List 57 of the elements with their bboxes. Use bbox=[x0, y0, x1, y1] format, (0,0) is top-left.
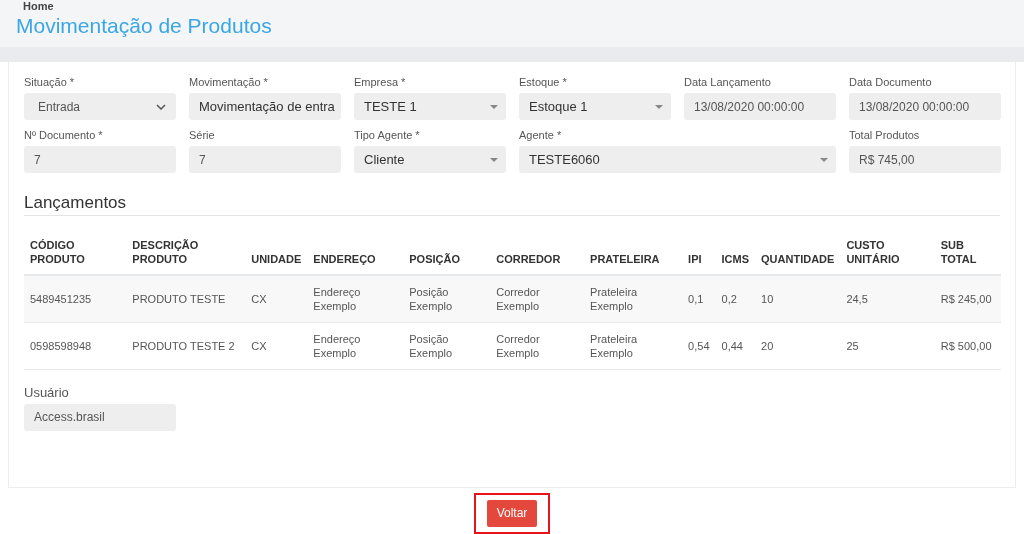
caret-down-icon bbox=[655, 104, 663, 109]
table-cell: R$ 245,00 bbox=[934, 275, 1001, 322]
table-cell: Corredor Exemplo bbox=[490, 275, 585, 322]
field-label: Situação * bbox=[24, 76, 76, 89]
section-title: Lançamentos bbox=[24, 192, 1000, 216]
caret-down-icon bbox=[820, 157, 828, 162]
chevron-down-icon bbox=[156, 103, 166, 110]
table-cell: Prateleira Exemplo bbox=[584, 275, 683, 322]
back-button[interactable]: Voltar bbox=[486, 500, 538, 527]
select-field[interactable]: TESTE 1 bbox=[354, 93, 506, 120]
field-label: Tipo Agente * bbox=[354, 129, 421, 142]
input-field[interactable]: 13/08/2020 00:00:00 bbox=[684, 93, 836, 120]
input-field[interactable]: R$ 745,00 bbox=[849, 146, 1001, 173]
select-field[interactable]: TESTE6060 bbox=[519, 146, 836, 173]
field-label: Data Lançamento bbox=[684, 76, 772, 89]
select-field[interactable]: Movimentação de entra bbox=[189, 93, 341, 120]
caret-down-icon bbox=[490, 157, 498, 162]
table-cell: Corredor Exemplo bbox=[490, 322, 585, 369]
table-cell: 0,2 bbox=[715, 275, 756, 322]
field-label: Nº Documento * bbox=[24, 129, 104, 142]
select-field[interactable]: Cliente bbox=[354, 146, 506, 173]
field-label: Agente * bbox=[519, 129, 563, 142]
breadcrumb-link[interactable]: Home bbox=[16, 0, 1008, 13]
table-cell: R$ 500,00 bbox=[934, 322, 1001, 369]
table-cell: 0,54 bbox=[682, 322, 716, 369]
page-title: Movimentação de Produtos bbox=[16, 13, 273, 39]
table-cell: 20 bbox=[755, 322, 841, 369]
field-label: Estoque * bbox=[519, 76, 568, 89]
table-cell: 0,44 bbox=[715, 322, 756, 369]
input-field[interactable]: 7 bbox=[24, 146, 176, 173]
field-label: Data Documento bbox=[849, 76, 933, 89]
table-cell: 10 bbox=[755, 275, 841, 322]
input-field[interactable]: 13/08/2020 00:00:00 bbox=[849, 93, 1001, 120]
table-cell: PRODUTO TESTE 2 bbox=[126, 322, 246, 369]
input-field[interactable]: 7 bbox=[189, 146, 341, 173]
input-field[interactable]: Access.brasil bbox=[24, 403, 176, 431]
table-cell: 25 bbox=[840, 322, 935, 369]
table-cell: CX bbox=[245, 275, 308, 322]
table-cell: 5489451235 bbox=[24, 275, 127, 322]
table-cell: 0598598948 bbox=[24, 322, 127, 369]
table-cell: Posição Exemplo bbox=[403, 275, 491, 322]
field-label: Empresa * bbox=[354, 76, 407, 89]
field-label: Usuário bbox=[24, 385, 70, 400]
table-cell: Endereço Exemplo bbox=[307, 322, 404, 369]
caret-down-icon bbox=[490, 104, 498, 109]
table-cell: Prateleira Exemplo bbox=[584, 322, 683, 369]
table-cell: 24,5 bbox=[840, 275, 935, 322]
table-cell: Posição Exemplo bbox=[403, 322, 491, 369]
table-cell: 0,1 bbox=[682, 275, 716, 322]
table-cell: CX bbox=[245, 322, 308, 369]
field-label: Série bbox=[189, 129, 216, 142]
field-label: Movimentação * bbox=[189, 76, 269, 89]
table-cell: Endereço Exemplo bbox=[307, 275, 404, 322]
field-label: Total Produtos bbox=[849, 129, 921, 142]
select-field[interactable]: Entrada bbox=[24, 93, 176, 120]
select-field[interactable]: Estoque 1 bbox=[519, 93, 671, 120]
table-cell: PRODUTO TESTE bbox=[126, 275, 246, 322]
